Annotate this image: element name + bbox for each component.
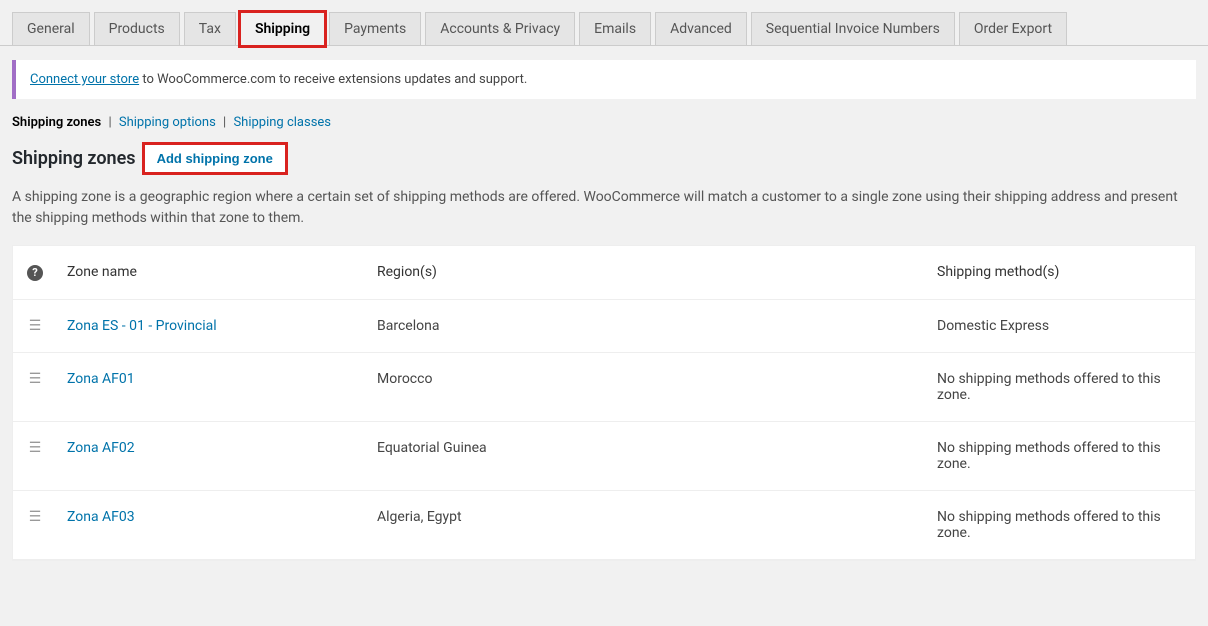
header-shipping-methods: Shipping method(s) bbox=[927, 246, 1195, 300]
subnav-separator: | bbox=[223, 115, 229, 130]
table-row: ☰ Zona AF02 Equatorial GuineaNo shipping m… bbox=[13, 422, 1195, 491]
table-row: ☰ Zona ES - 01 - Provincial BarcelonaDomes… bbox=[13, 300, 1195, 353]
subnav-separator: | bbox=[108, 115, 114, 130]
subnav-shipping-options[interactable]: Shipping options bbox=[119, 115, 216, 130]
tab-sequential-invoice-numbers[interactable]: Sequential Invoice Numbers bbox=[751, 12, 955, 45]
page-description: A shipping zone is a geographic region w… bbox=[0, 187, 1208, 245]
table-row: ☰ Zona AF01 MoroccoNo shipping methods off… bbox=[13, 353, 1195, 422]
heading-row: Shipping zones Add shipping zone bbox=[0, 138, 1208, 187]
tab-products[interactable]: Products bbox=[94, 12, 180, 45]
shipping-zones-table: ? Zone name Region(s) Shipping method(s)… bbox=[12, 245, 1196, 561]
zone-method: No shipping methods offered to this zone… bbox=[927, 353, 1195, 422]
tab-tax[interactable]: Tax bbox=[184, 12, 236, 45]
drag-handle-icon[interactable]: ☰ bbox=[29, 371, 42, 387]
zone-method: No shipping methods offered to this zone… bbox=[927, 491, 1195, 560]
zone-name-link[interactable]: Zona ES - 01 - Provincial bbox=[67, 318, 217, 334]
page-title: Shipping zones bbox=[12, 148, 136, 169]
connect-notice: Connect your store to WooCommerce.com to… bbox=[12, 60, 1196, 99]
zone-name-link[interactable]: Zona AF03 bbox=[67, 509, 135, 525]
shipping-subnav: Shipping zones | Shipping options | Ship… bbox=[0, 109, 1208, 138]
tab-accounts-privacy[interactable]: Accounts & Privacy bbox=[425, 12, 575, 45]
zone-method: No shipping methods offered to this zone… bbox=[927, 422, 1195, 491]
subnav-shipping-zones[interactable]: Shipping zones bbox=[12, 115, 101, 130]
help-icon[interactable]: ? bbox=[27, 265, 43, 281]
connect-notice-text: to WooCommerce.com to receive extensions… bbox=[139, 72, 527, 87]
header-help: ? bbox=[13, 246, 57, 300]
add-shipping-zone-button[interactable]: Add shipping zone bbox=[144, 144, 286, 173]
drag-handle-icon[interactable]: ☰ bbox=[29, 509, 42, 525]
tab-general[interactable]: General bbox=[12, 12, 90, 45]
zone-name-link[interactable]: Zona AF02 bbox=[67, 440, 135, 456]
drag-handle-icon[interactable]: ☰ bbox=[29, 318, 42, 334]
tab-shipping[interactable]: Shipping bbox=[240, 12, 325, 46]
zone-region: Algeria, Egypt bbox=[367, 491, 927, 560]
zone-method: Domestic Express bbox=[927, 300, 1195, 353]
zone-region: Barcelona bbox=[367, 300, 927, 353]
tab-payments[interactable]: Payments bbox=[329, 12, 421, 45]
subnav-shipping-classes[interactable]: Shipping classes bbox=[233, 115, 331, 130]
tab-order-export[interactable]: Order Export bbox=[959, 12, 1067, 45]
settings-tabs: General Products Tax Shipping Payments A… bbox=[0, 0, 1208, 46]
tab-emails[interactable]: Emails bbox=[579, 12, 651, 45]
drag-handle-icon[interactable]: ☰ bbox=[29, 440, 42, 456]
connect-store-link[interactable]: Connect your store bbox=[30, 72, 139, 87]
zone-region: Morocco bbox=[367, 353, 927, 422]
header-zone-name: Zone name bbox=[57, 246, 367, 300]
table-row: ☰ Zona AF03 Algeria, EgyptNo shipping meth… bbox=[13, 491, 1195, 560]
zone-name-link[interactable]: Zona AF01 bbox=[67, 371, 135, 387]
header-regions: Region(s) bbox=[367, 246, 927, 300]
tab-advanced[interactable]: Advanced bbox=[655, 12, 747, 45]
zone-region: Equatorial Guinea bbox=[367, 422, 927, 491]
